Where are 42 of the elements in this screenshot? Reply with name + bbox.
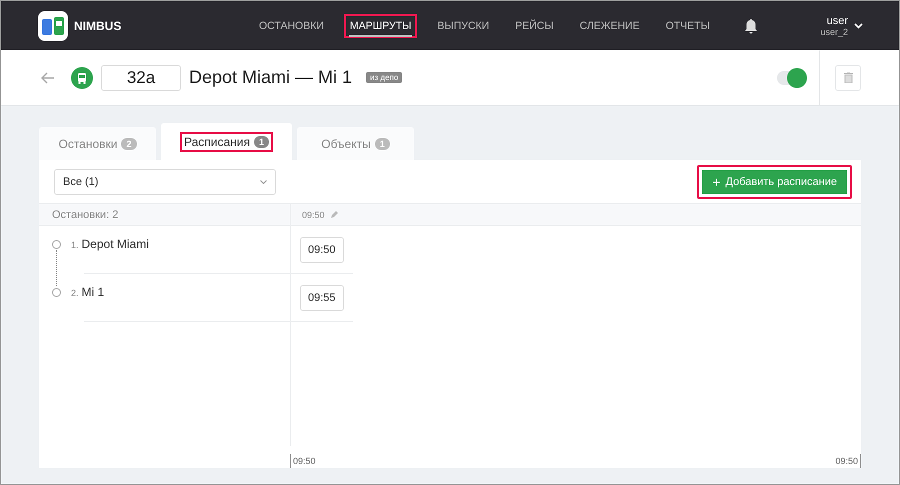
tab-count: 2 xyxy=(121,138,136,150)
depot-badge: из депо xyxy=(366,72,402,83)
stop-name: Mi 1 xyxy=(82,285,104,299)
timeline-start-label: 09:50 xyxy=(290,454,318,468)
trash-icon xyxy=(844,72,852,83)
filter-select[interactable]: Все (1) xyxy=(54,168,276,194)
delete-button[interactable] xyxy=(835,64,861,90)
stops-count-header: Остановки: 2 xyxy=(52,208,118,220)
user-login: user_2 xyxy=(820,26,848,36)
nav-link[interactable]: МАРШРУТЫ xyxy=(344,14,418,38)
route-number-field[interactable]: 32a xyxy=(101,64,181,90)
nav-link[interactable]: ВЫПУСКИ xyxy=(431,14,496,38)
stop-index: 1. xyxy=(71,240,79,250)
stop-name: Depot Miami xyxy=(82,237,149,251)
time-cell[interactable]: 09:50 xyxy=(300,236,344,262)
tab-label: Остановки xyxy=(58,136,118,150)
schedule-time-header: 09:50 xyxy=(302,210,325,220)
nav-link[interactable]: СЛЕЖЕНИЕ xyxy=(574,14,646,38)
route-title: Depot Miami — Mi 1 xyxy=(189,67,352,88)
back-arrow-icon[interactable] xyxy=(41,72,55,84)
tab-count: 1 xyxy=(374,138,390,150)
tab[interactable]: Расписания 1 xyxy=(161,123,292,160)
active-toggle[interactable] xyxy=(777,70,805,84)
nav-link[interactable]: ОТЧЕТЫ xyxy=(660,14,716,38)
time-cell[interactable]: 09:55 xyxy=(300,284,344,310)
tab-label: Объекты xyxy=(321,136,371,150)
logo-icon xyxy=(38,10,68,40)
bus-icon xyxy=(71,66,93,88)
timeline-end-label: 09:50 xyxy=(833,454,861,468)
stop-marker xyxy=(52,240,61,249)
tab-count: 1 xyxy=(254,136,269,148)
stop-index: 2. xyxy=(71,288,79,298)
nav-link[interactable]: РЕЙСЫ xyxy=(509,14,560,38)
nav-link[interactable]: ОСТАНОВКИ xyxy=(253,14,330,38)
tab-label: Расписания xyxy=(184,134,250,148)
bell-icon[interactable] xyxy=(744,18,758,34)
user-name[interactable]: user xyxy=(826,14,848,26)
stop-marker xyxy=(52,288,61,297)
chevron-down-icon xyxy=(260,180,267,184)
app-name: NIMBUS xyxy=(74,18,122,32)
pencil-icon[interactable] xyxy=(330,210,338,218)
chevron-down-icon[interactable] xyxy=(854,22,863,28)
